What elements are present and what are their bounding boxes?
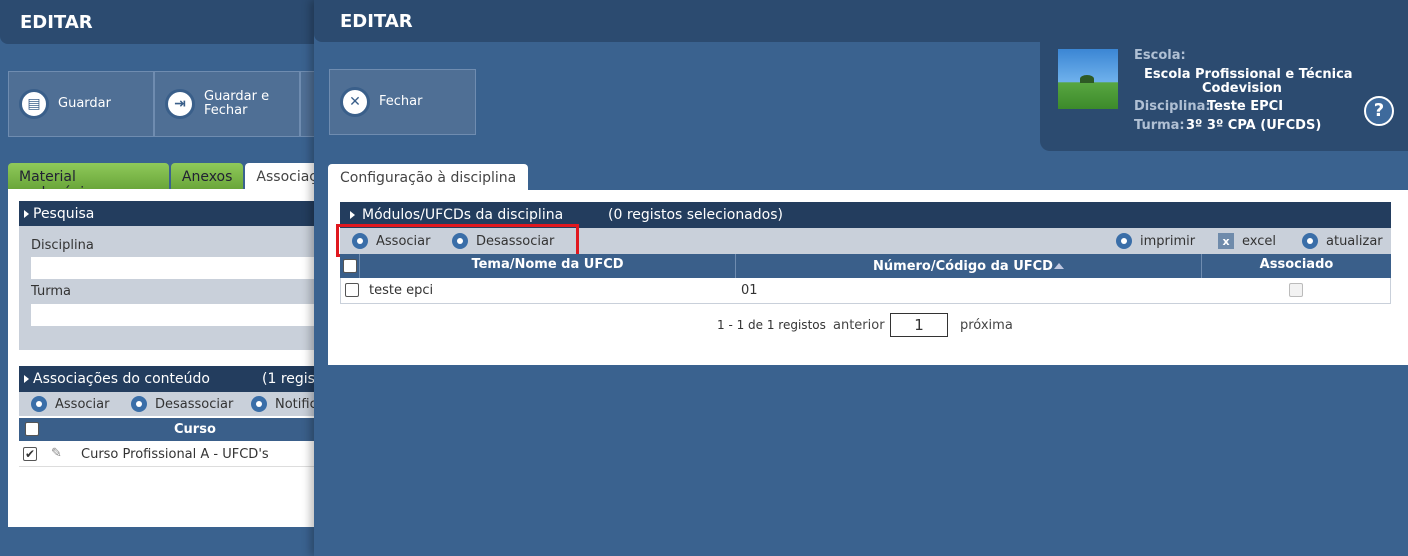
save-button[interactable]: ▤ Guardar — [8, 71, 154, 137]
selected-count: (0 registos selecionados) — [608, 207, 783, 223]
turma-info-value: 3º 3º CPA (UFCDS) — [1186, 118, 1322, 133]
table-row[interactable]: teste epci 01 — [340, 278, 1391, 304]
disciplina-info-value: Teste EPCI — [1207, 99, 1284, 114]
row-codigo: 01 — [741, 283, 758, 298]
close-icon: ✕ — [340, 87, 370, 117]
turma-label: Turma — [31, 284, 71, 299]
row-nome: teste epci — [369, 283, 434, 298]
pager: 1 - 1 de 1 registos anterior 1 próxima — [328, 313, 1408, 339]
modules-table-header: Tema/Nome da UFCD Número/Código da UFCD … — [340, 254, 1391, 278]
imprimir-button[interactable]: imprimir — [1116, 233, 1195, 249]
back-editor: EDITAR ▤ Guardar ⇥ Guardar e Fechar Mate… — [0, 0, 330, 556]
col-curso: Curso — [174, 422, 216, 437]
sort-asc-icon — [1053, 263, 1064, 269]
disciplina-label: Disciplina — [31, 238, 94, 253]
atualizar-button[interactable]: atualizar — [1302, 233, 1383, 249]
tab-material[interactable]: Material pedagógico — [8, 163, 169, 201]
notificar-icon — [251, 396, 267, 412]
row-curso: Curso Profissional A - UFCD's — [81, 447, 269, 462]
pager-prev[interactable]: anterior — [833, 318, 885, 333]
back-panel: Pesquisa Disciplina Turma Associações do… — [8, 189, 330, 527]
col-tema[interactable]: Tema/Nome da UFCD — [360, 254, 736, 278]
save-close-label: Guardar e Fechar — [204, 89, 270, 118]
search-section[interactable]: Pesquisa — [19, 201, 330, 227]
back-action-bar: Associar Desassociar Notific — [19, 392, 330, 416]
back-title: EDITAR — [20, 12, 93, 33]
close-label: Fechar — [379, 94, 423, 109]
edit-pencil-icon[interactable]: ✎ — [51, 446, 62, 461]
highlight-box — [336, 224, 579, 257]
pager-summary: 1 - 1 de 1 registos — [717, 318, 826, 332]
table-row[interactable]: ✔ ✎ Curso Profissional A - UFCD's — [19, 443, 330, 467]
printer-icon — [1116, 233, 1132, 249]
disciplina-info-label: Disciplina: — [1134, 99, 1211, 114]
tab-anexos[interactable]: Anexos — [170, 163, 244, 189]
help-icon[interactable]: ? — [1364, 96, 1394, 126]
turma-info-label: Turma: — [1134, 118, 1185, 133]
row-checkbox[interactable]: ✔ — [23, 447, 37, 461]
desassociar-icon — [131, 396, 147, 412]
context-info: Escola: Escola Profissional e Técnica Co… — [1040, 42, 1408, 151]
tab-configuracao[interactable]: Configuração à disciplina — [328, 164, 529, 191]
back-tabs: Material pedagógico Anexos Associaç — [8, 163, 330, 201]
assoc-count: (1 regist — [262, 371, 321, 387]
disciplina-field[interactable] — [31, 257, 319, 279]
row-checkbox[interactable] — [345, 283, 359, 297]
assoc-section-title: Associações do conteúdo — [33, 371, 210, 387]
front-panel: Módulos/UFCDs da disciplina (0 registos … — [328, 190, 1408, 365]
back-desassociar-button[interactable]: Desassociar — [131, 396, 233, 412]
front-titlebar: EDITAR — [314, 0, 1408, 42]
escola-value-2: Codevision — [1202, 81, 1282, 96]
refresh-icon — [1302, 233, 1318, 249]
col-numero[interactable]: Número/Código da UFCD — [736, 254, 1202, 278]
escola-label: Escola: — [1134, 48, 1186, 63]
excel-button[interactable]: x excel — [1218, 233, 1276, 249]
save-close-button[interactable]: ⇥ Guardar e Fechar — [154, 71, 300, 137]
turma-field[interactable] — [31, 304, 319, 326]
page-input[interactable]: 1 — [890, 313, 948, 337]
save-icon: ▤ — [19, 89, 49, 119]
associado-checkbox — [1289, 283, 1303, 297]
back-titlebar: EDITAR — [0, 0, 330, 44]
back-select-all-checkbox[interactable] — [25, 422, 39, 436]
select-all-checkbox[interactable] — [342, 259, 357, 273]
front-title: EDITAR — [340, 11, 413, 32]
back-notificar-button[interactable]: Notific — [251, 396, 317, 412]
back-table-header: Curso — [19, 418, 330, 441]
front-dialog: EDITAR ✕ Fechar Escola: Escola Profissio… — [314, 0, 1408, 556]
pager-next[interactable]: próxima — [960, 318, 1013, 333]
school-image — [1058, 49, 1118, 109]
excel-icon: x — [1218, 233, 1234, 249]
back-associar-button[interactable]: Associar — [31, 396, 109, 412]
save-label: Guardar — [58, 96, 111, 111]
modules-section-title: Módulos/UFCDs da disciplina — [362, 207, 564, 223]
assoc-section[interactable]: Associações do conteúdo (1 regist — [19, 366, 330, 392]
select-all-cell — [340, 254, 360, 278]
save-close-icon: ⇥ — [165, 89, 195, 119]
col-associado[interactable]: Associado — [1202, 254, 1391, 278]
associar-icon — [31, 396, 47, 412]
escola-value-1: Escola Profissional e Técnica — [1144, 67, 1353, 82]
close-button[interactable]: ✕ Fechar — [329, 69, 476, 135]
